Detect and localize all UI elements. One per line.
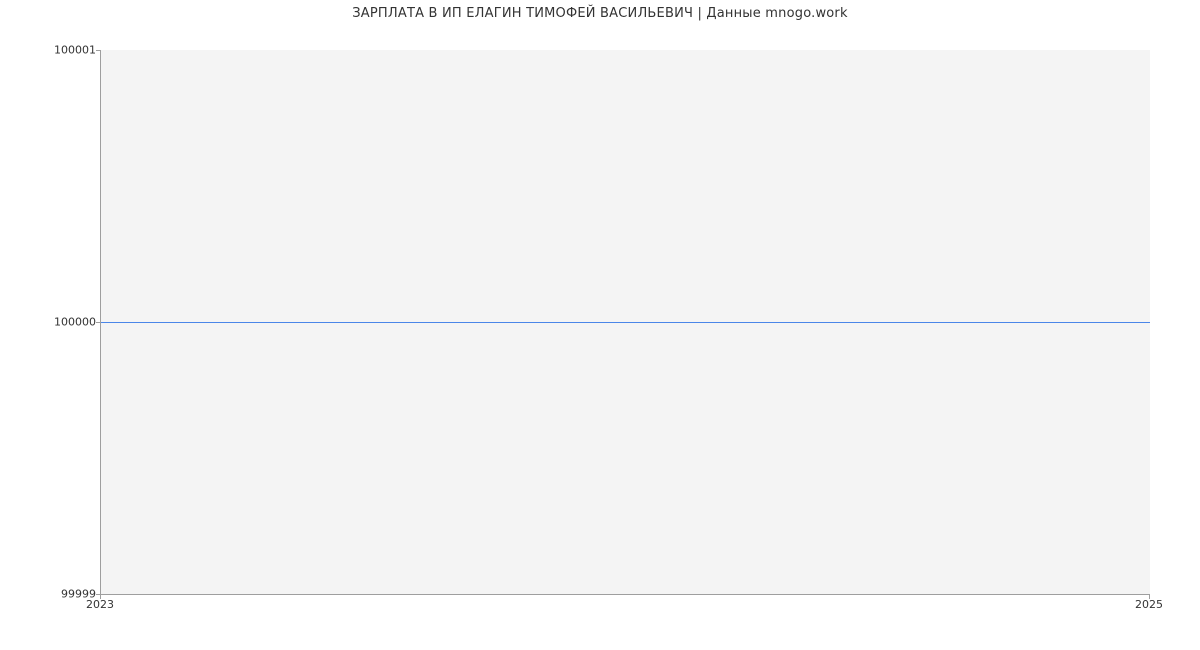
y-tick-label-top: 100001: [54, 44, 96, 57]
x-tick-label-right: 2025: [1135, 598, 1163, 611]
x-tick-label-left: 2023: [86, 598, 114, 611]
chart-container: ЗАРПЛАТА В ИП ЕЛАГИН ТИМОФЕЙ ВАСИЛЬЕВИЧ …: [0, 0, 1200, 650]
chart-title: ЗАРПЛАТА В ИП ЕЛАГИН ТИМОФЕЙ ВАСИЛЬЕВИЧ …: [0, 6, 1200, 21]
plot-area: [100, 50, 1150, 595]
y-tick-label-mid: 100000: [54, 316, 96, 329]
series-line-salary: [101, 322, 1150, 323]
